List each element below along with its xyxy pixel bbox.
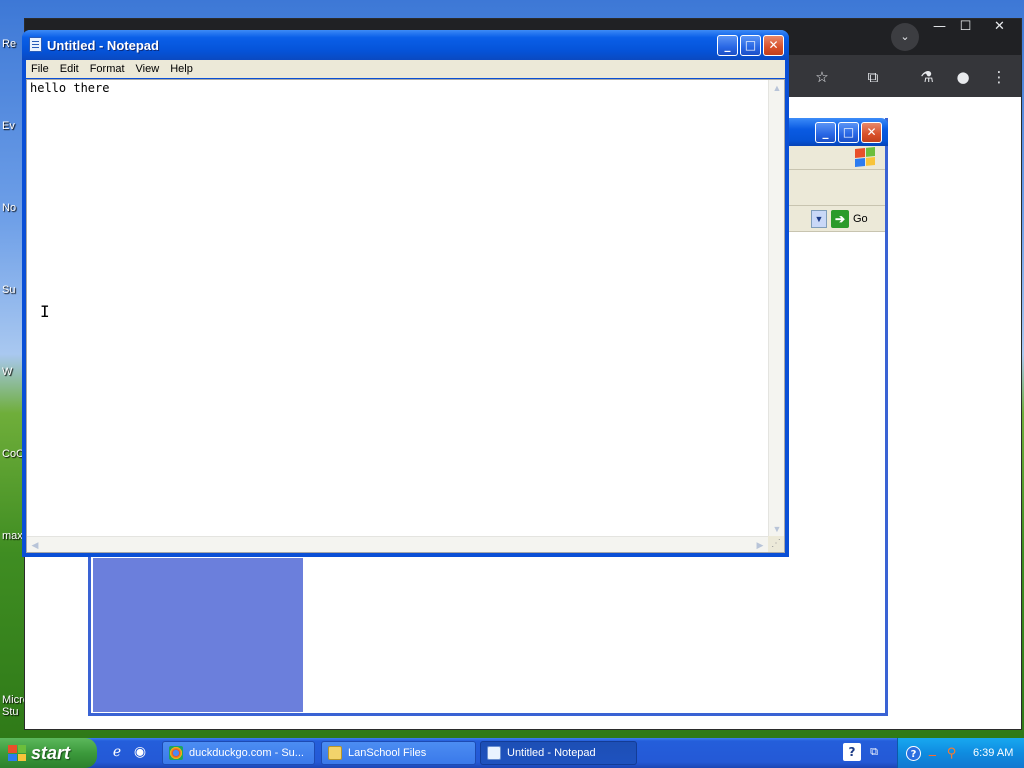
task-label: LanSchool Files (348, 747, 427, 759)
horizontal-scrollbar[interactable]: ◀ ▶ (27, 536, 768, 552)
chrome-maximize-button[interactable]: ☐ (949, 19, 982, 35)
explorer-close-button[interactable]: ✕ (861, 122, 882, 143)
desktop-icon-label[interactable]: Stu (2, 706, 24, 718)
chrome-close-button[interactable]: ✕ (983, 19, 1016, 35)
desktop-icon-label[interactable]: max (2, 530, 24, 542)
folder-icon (328, 746, 342, 760)
help-icon[interactable]: ? (843, 743, 861, 761)
explorer-minimize-button[interactable]: _ (815, 122, 836, 143)
notepad-icon[interactable] (29, 37, 42, 52)
resize-grip-icon[interactable]: ⋰ (768, 536, 784, 552)
system-tray: ? ⚊ ⚲ 6:39 AM (897, 738, 1024, 768)
notepad-titlebar[interactable]: Untitled - Notepad _ □ ✕ (22, 30, 789, 60)
desktop-icon-label[interactable]: Re (2, 38, 24, 50)
desktop-icon-label[interactable]: Su (2, 284, 24, 296)
explorer-task-pane (93, 558, 303, 712)
task-button-notepad[interactable]: Untitled - Notepad (480, 741, 637, 765)
go-button[interactable]: ➔ Go (831, 210, 868, 228)
desktop-icon-label[interactable]: Micro (2, 694, 24, 706)
menu-edit[interactable]: Edit (55, 63, 85, 75)
menu-format[interactable]: Format (85, 63, 131, 75)
windows-flag-icon (855, 146, 875, 168)
vertical-scrollbar[interactable]: ▲ ▼ (768, 80, 784, 537)
start-label: start (31, 742, 71, 763)
text-cursor-icon: I (40, 302, 50, 321)
address-dropdown-icon[interactable]: ▼ (811, 210, 827, 228)
explorer-maximize-button[interactable]: □ (838, 122, 859, 143)
restore-icon[interactable]: ⧉ (865, 743, 883, 761)
network-icon[interactable]: ⚊ (925, 746, 940, 761)
internet-explorer-icon[interactable]: ℯ (108, 743, 126, 761)
taskbar: start ℯ ◉ duckduckgo.com - Su... LanScho… (0, 738, 1024, 768)
quick-launch-icon[interactable]: ◉ (131, 743, 149, 761)
notepad-icon (487, 746, 501, 760)
start-button[interactable]: start (0, 738, 97, 768)
search-icon[interactable]: ⚲ (944, 746, 959, 761)
more-menu-icon[interactable]: ⋮ (987, 65, 1011, 89)
desktop-icon-label[interactable]: W (2, 366, 24, 378)
menu-view[interactable]: View (131, 63, 166, 75)
task-label: Untitled - Notepad (507, 747, 596, 759)
scroll-left-icon[interactable]: ◀ (27, 537, 43, 553)
go-arrow-icon: ➔ (831, 210, 849, 228)
labs-flask-icon[interactable]: ⚗ (915, 65, 939, 89)
menu-help[interactable]: Help (165, 63, 199, 75)
document-text[interactable]: hello there (30, 81, 109, 95)
windows-logo-icon (8, 745, 26, 761)
minimize-button[interactable]: _ (717, 35, 738, 56)
chevron-down-icon[interactable]: ⌄ (891, 23, 919, 51)
window-title: Untitled - Notepad (47, 38, 159, 53)
scroll-down-icon[interactable]: ▼ (769, 521, 785, 537)
extensions-icon[interactable]: ⧉ (861, 65, 885, 89)
text-editor-area[interactable]: hello there ▲ ▼ ◀ ▶ ⋰ (26, 79, 785, 553)
maximize-button[interactable]: □ (740, 35, 761, 56)
clock[interactable]: 6:39 AM (973, 747, 1013, 759)
desktop-icon-label[interactable]: No (2, 202, 24, 214)
desktop-icon-label[interactable]: CoC (2, 448, 24, 460)
task-button-lanschool[interactable]: LanSchool Files (321, 741, 476, 765)
chrome-icon (169, 746, 183, 760)
help-support-icon[interactable]: ? (906, 745, 921, 761)
close-button[interactable]: ✕ (763, 35, 784, 56)
go-label: Go (853, 213, 868, 225)
menu-file[interactable]: File (26, 63, 55, 75)
task-label: duckduckgo.com - Su... (189, 747, 304, 759)
notepad-window[interactable]: Untitled - Notepad _ □ ✕ File Edit Forma… (22, 30, 789, 557)
profile-avatar-icon[interactable]: ● (951, 65, 975, 89)
menubar: File Edit Format View Help (26, 60, 785, 78)
scroll-right-icon[interactable]: ▶ (752, 537, 768, 553)
task-button-chrome[interactable]: duckduckgo.com - Su... (162, 741, 315, 765)
scroll-up-icon[interactable]: ▲ (769, 80, 785, 96)
desktop-icon-label[interactable]: Ev (2, 120, 24, 132)
bookmark-star-icon[interactable]: ☆ (810, 65, 834, 89)
